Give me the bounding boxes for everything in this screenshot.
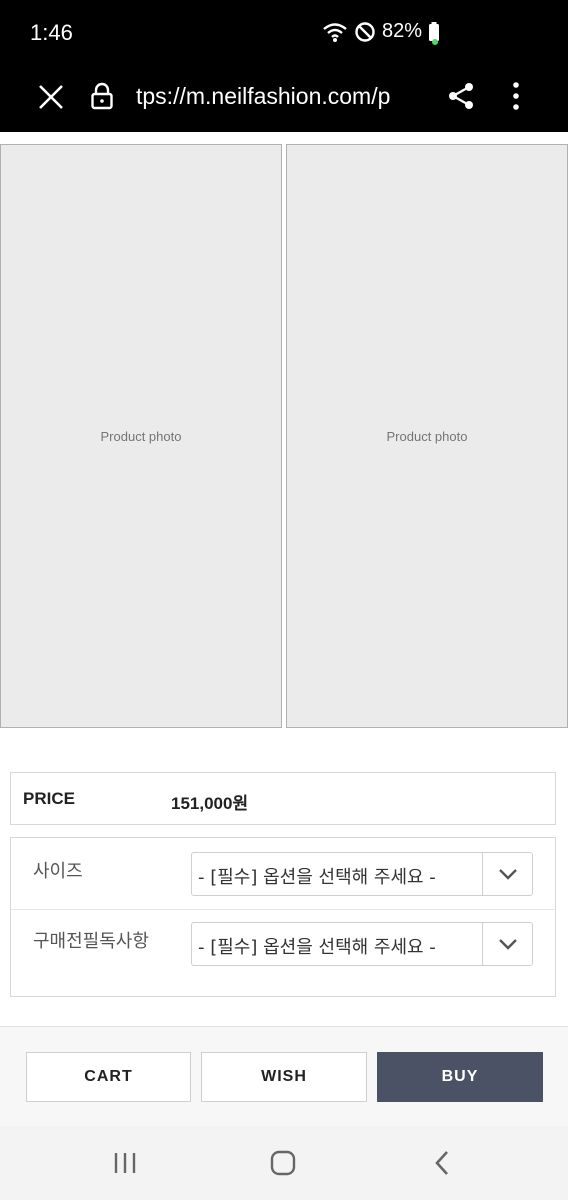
notice-select[interactable]: - [필수] 옵션을 선택해 주세요 - xyxy=(191,922,533,966)
option-label-size: 사이즈 xyxy=(33,861,83,882)
more-menu-icon[interactable] xyxy=(506,80,526,112)
product-image-gallery: Product photo Product photo xyxy=(0,144,568,728)
status-icons: 82% xyxy=(322,20,440,43)
notice-select-value: - [필수] 옵션을 선택해 주세요 - xyxy=(198,937,436,958)
chevron-down-icon xyxy=(498,869,517,880)
home-icon[interactable] xyxy=(268,1148,298,1178)
share-icon[interactable] xyxy=(446,81,476,111)
size-select-value: - [필수] 옵션을 선택해 주세요 - xyxy=(198,867,436,888)
url-field[interactable]: tps://m.neilfashion.com/p xyxy=(136,83,424,110)
product-image-back[interactable]: Product photo xyxy=(286,144,568,728)
option-row-size: 사이즈 - [필수] 옵션을 선택해 주세요 - xyxy=(11,838,555,910)
product-options: 사이즈 - [필수] 옵션을 선택해 주세요 - 구매전필독사항 - [필수] … xyxy=(10,837,556,997)
buy-button[interactable]: BUY xyxy=(377,1052,543,1102)
notification-dot xyxy=(432,39,438,45)
status-bar: 1:46 82% xyxy=(0,0,568,66)
back-icon[interactable] xyxy=(428,1148,458,1178)
price-box: PRICE 151,000원 xyxy=(10,772,556,825)
system-nav-bar xyxy=(0,1126,568,1200)
size-select-arrow[interactable] xyxy=(482,853,532,895)
recent-apps-icon[interactable] xyxy=(110,1148,140,1178)
wifi-icon xyxy=(323,22,347,42)
wish-button[interactable]: WISH xyxy=(201,1052,367,1102)
price-value: 151,000원 xyxy=(171,794,249,813)
close-tab-icon[interactable] xyxy=(36,82,66,112)
product-image-front[interactable]: Product photo xyxy=(0,144,282,728)
option-label-notice: 구매전필독사항 xyxy=(33,931,149,952)
cart-button[interactable]: CART xyxy=(26,1052,191,1102)
chevron-down-icon xyxy=(498,939,517,950)
status-time: 1:46 xyxy=(30,20,73,45)
browser-toolbar: tps://m.neilfashion.com/p xyxy=(0,66,568,132)
do-not-disturb-icon xyxy=(355,21,375,42)
notice-select-arrow[interactable] xyxy=(482,923,532,965)
purchase-action-bar: CART WISH BUY xyxy=(0,1026,568,1126)
battery-percent: 82% xyxy=(381,20,422,42)
lock-icon[interactable] xyxy=(90,82,114,110)
option-row-notice: 구매전필독사항 - [필수] 옵션을 선택해 주세요 - xyxy=(11,910,555,996)
size-select[interactable]: - [필수] 옵션을 선택해 주세요 - xyxy=(191,852,533,896)
price-label: PRICE xyxy=(23,789,75,808)
